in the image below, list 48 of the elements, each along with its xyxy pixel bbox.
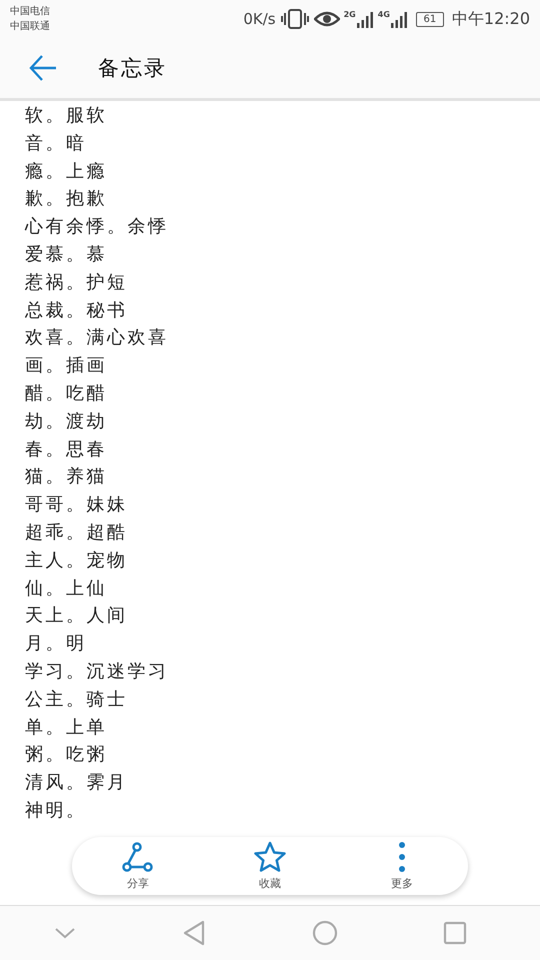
back-icon[interactable] — [28, 53, 58, 83]
note-line: 醋。吃醋 — [25, 382, 107, 406]
note-line: 猫。养猫 — [25, 465, 107, 490]
note-line: 画。插画 — [25, 354, 107, 378]
battery-icon: 61 — [416, 12, 444, 26]
note-line: 清风。霁月 — [25, 771, 128, 796]
recent-apps-icon[interactable] — [443, 921, 468, 945]
carrier-name: 中国联通 — [10, 20, 50, 33]
network-speed: 0K/s — [243, 10, 276, 28]
toolbar-button[interactable]: 收藏 — [230, 841, 310, 891]
star-icon — [253, 841, 287, 873]
signal-icon — [356, 10, 374, 28]
note-line: 欢喜。满心欢喜 — [25, 326, 168, 350]
note-line: 天上。人间 — [25, 604, 128, 628]
more-icon — [397, 841, 407, 873]
note-line: 月。明 — [25, 632, 86, 656]
note-line: 主人。宠物 — [25, 548, 128, 573]
note-line: 音。暗 — [25, 132, 86, 156]
home-icon[interactable] — [312, 920, 338, 946]
toolbar-button[interactable]: 分享 — [98, 841, 178, 891]
note-line: 哥哥。妹妹 — [25, 493, 128, 518]
back-icon[interactable] — [182, 920, 206, 946]
note-line: 心有余悸。余悸 — [25, 215, 168, 240]
eye-icon — [314, 10, 340, 28]
vibrate-icon — [280, 8, 310, 30]
carrier-name: 中国电信 — [10, 5, 50, 18]
note-line: 神明。 — [25, 798, 86, 823]
network-type: 4G — [378, 10, 390, 19]
note-line: 瘾。上瘾 — [25, 160, 107, 184]
note-line: 软。服软 — [25, 104, 107, 128]
note-line: 公主。骑士 — [25, 688, 128, 712]
note-line: 学习。沉迷学习 — [25, 660, 168, 684]
page-title: 备忘录 — [98, 55, 167, 82]
note-line: 超乖。超酷 — [25, 520, 128, 545]
note-line: 仙。上仙 — [25, 576, 107, 601]
note-line: 总裁。秘书 — [25, 298, 128, 323]
note-line: 歉。抱歉 — [25, 187, 107, 212]
toolbar-button[interactable]: 更多 — [362, 841, 442, 891]
note-line: 单。上单 — [25, 716, 107, 740]
note-line: 惹祸。护短 — [25, 270, 128, 295]
note-line: 劫。渡劫 — [25, 410, 107, 434]
clock: 中午12:20 — [452, 8, 530, 30]
note-line: 春。思春 — [25, 438, 107, 462]
note-line: 爱慕。慕 — [25, 242, 107, 267]
signal-icon — [390, 10, 408, 28]
note-line: 粥。吃粥 — [25, 743, 107, 768]
share-icon — [121, 841, 155, 873]
network-type: 2G — [344, 10, 356, 19]
